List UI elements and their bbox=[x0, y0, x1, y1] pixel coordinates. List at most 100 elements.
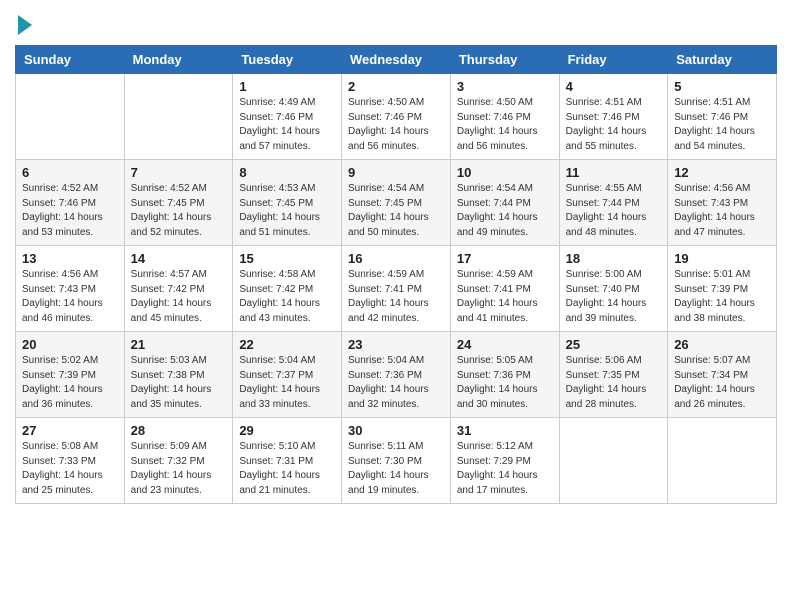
day-info: Sunrise: 5:08 AM Sunset: 7:33 PM Dayligh… bbox=[22, 440, 118, 498]
calendar-cell bbox=[559, 418, 668, 504]
day-number: 7 bbox=[131, 165, 227, 180]
day-info: Sunrise: 4:57 AM Sunset: 7:42 PM Dayligh… bbox=[131, 268, 227, 326]
day-number: 6 bbox=[22, 165, 118, 180]
day-info: Sunrise: 5:07 AM Sunset: 7:34 PM Dayligh… bbox=[674, 354, 770, 412]
day-info: Sunrise: 5:04 AM Sunset: 7:37 PM Dayligh… bbox=[239, 354, 335, 412]
calendar-cell: 6 Sunrise: 4:52 AM Sunset: 7:46 PM Daylig… bbox=[16, 160, 125, 246]
calendar-cell: 23 Sunrise: 5:04 AM Sunset: 7:36 PM Dayli… bbox=[342, 332, 451, 418]
day-number: 5 bbox=[674, 79, 770, 94]
calendar-cell: 17 Sunrise: 4:59 AM Sunset: 7:41 PM Dayli… bbox=[450, 246, 559, 332]
calendar-cell: 16 Sunrise: 4:59 AM Sunset: 7:41 PM Dayli… bbox=[342, 246, 451, 332]
day-info: Sunrise: 4:56 AM Sunset: 7:43 PM Dayligh… bbox=[674, 182, 770, 240]
day-number: 26 bbox=[674, 337, 770, 352]
calendar-cell: 30 Sunrise: 5:11 AM Sunset: 7:30 PM Dayli… bbox=[342, 418, 451, 504]
day-info: Sunrise: 4:49 AM Sunset: 7:46 PM Dayligh… bbox=[239, 96, 335, 154]
calendar-header-row: SundayMondayTuesdayWednesdayThursdayFrid… bbox=[16, 46, 777, 74]
calendar-cell bbox=[668, 418, 777, 504]
calendar-cell: 27 Sunrise: 5:08 AM Sunset: 7:33 PM Dayli… bbox=[16, 418, 125, 504]
calendar-week-5: 27 Sunrise: 5:08 AM Sunset: 7:33 PM Dayli… bbox=[16, 418, 777, 504]
day-info: Sunrise: 4:50 AM Sunset: 7:46 PM Dayligh… bbox=[348, 96, 444, 154]
day-number: 27 bbox=[22, 423, 118, 438]
day-info: Sunrise: 5:06 AM Sunset: 7:35 PM Dayligh… bbox=[566, 354, 662, 412]
day-number: 21 bbox=[131, 337, 227, 352]
calendar-header-saturday: Saturday bbox=[668, 46, 777, 74]
calendar-cell: 28Sunrise: 5:09 AM Sunset: 7:32 PM Dayli… bbox=[124, 418, 233, 504]
day-number: 20 bbox=[22, 337, 118, 352]
calendar-cell: 4 Sunrise: 4:51 AM Sunset: 7:46 PM Daylig… bbox=[559, 74, 668, 160]
day-info: Sunrise: 4:52 AM Sunset: 7:46 PM Dayligh… bbox=[22, 182, 118, 240]
calendar-cell: 12 Sunrise: 4:56 AM Sunset: 7:43 PM Dayli… bbox=[668, 160, 777, 246]
logo bbox=[15, 15, 32, 35]
day-info: Sunrise: 5:04 AM Sunset: 7:36 PM Dayligh… bbox=[348, 354, 444, 412]
calendar-cell: 14 Sunrise: 4:57 AM Sunset: 7:42 PM Dayli… bbox=[124, 246, 233, 332]
calendar-table: SundayMondayTuesdayWednesdayThursdayFrid… bbox=[15, 45, 777, 504]
day-info: Sunrise: 5:01 AM Sunset: 7:39 PM Dayligh… bbox=[674, 268, 770, 326]
day-number: 18 bbox=[566, 251, 662, 266]
calendar-cell: 15 Sunrise: 4:58 AM Sunset: 7:42 PM Dayli… bbox=[233, 246, 342, 332]
day-info: Sunrise: 4:58 AM Sunset: 7:42 PM Dayligh… bbox=[239, 268, 335, 326]
day-info: Sunrise: 5:05 AM Sunset: 7:36 PM Dayligh… bbox=[457, 354, 553, 412]
day-number: 15 bbox=[239, 251, 335, 266]
day-number: 14 bbox=[131, 251, 227, 266]
day-number: 3 bbox=[457, 79, 553, 94]
day-info: Sunrise: 4:59 AM Sunset: 7:41 PM Dayligh… bbox=[348, 268, 444, 326]
day-number: 28 bbox=[131, 423, 227, 438]
calendar-header-friday: Friday bbox=[559, 46, 668, 74]
calendar-week-1: 1 Sunrise: 4:49 AM Sunset: 7:46 PM Daylig… bbox=[16, 74, 777, 160]
day-number: 19 bbox=[674, 251, 770, 266]
calendar-week-4: 20 Sunrise: 5:02 AM Sunset: 7:39 PM Dayli… bbox=[16, 332, 777, 418]
day-info: Sunrise: 4:56 AM Sunset: 7:43 PM Dayligh… bbox=[22, 268, 118, 326]
day-info: Sunrise: 5:12 AM Sunset: 7:29 PM Dayligh… bbox=[457, 440, 553, 498]
day-number: 11 bbox=[566, 165, 662, 180]
calendar-cell: 10 Sunrise: 4:54 AM Sunset: 7:44 PM Dayli… bbox=[450, 160, 559, 246]
day-number: 1 bbox=[239, 79, 335, 94]
day-number: 4 bbox=[566, 79, 662, 94]
calendar-cell: 8Sunrise: 4:53 AM Sunset: 7:45 PM Daylig… bbox=[233, 160, 342, 246]
day-number: 17 bbox=[457, 251, 553, 266]
calendar-cell: 21Sunrise: 5:03 AM Sunset: 7:38 PM Dayli… bbox=[124, 332, 233, 418]
calendar-cell: 7 Sunrise: 4:52 AM Sunset: 7:45 PM Daylig… bbox=[124, 160, 233, 246]
day-number: 9 bbox=[348, 165, 444, 180]
calendar-header-tuesday: Tuesday bbox=[233, 46, 342, 74]
calendar-cell bbox=[16, 74, 125, 160]
day-number: 30 bbox=[348, 423, 444, 438]
day-info: Sunrise: 5:02 AM Sunset: 7:39 PM Dayligh… bbox=[22, 354, 118, 412]
calendar-cell: 29 Sunrise: 5:10 AM Sunset: 7:31 PM Dayli… bbox=[233, 418, 342, 504]
day-number: 29 bbox=[239, 423, 335, 438]
calendar-cell: 2 Sunrise: 4:50 AM Sunset: 7:46 PM Daylig… bbox=[342, 74, 451, 160]
day-info: Sunrise: 4:59 AM Sunset: 7:41 PM Dayligh… bbox=[457, 268, 553, 326]
calendar-cell: 22 Sunrise: 5:04 AM Sunset: 7:37 PM Dayli… bbox=[233, 332, 342, 418]
day-info: Sunrise: 4:52 AM Sunset: 7:45 PM Dayligh… bbox=[131, 182, 227, 240]
day-info: Sunrise: 4:50 AM Sunset: 7:46 PM Dayligh… bbox=[457, 96, 553, 154]
calendar-cell: 13Sunrise: 4:56 AM Sunset: 7:43 PM Dayli… bbox=[16, 246, 125, 332]
day-info: Sunrise: 4:54 AM Sunset: 7:44 PM Dayligh… bbox=[457, 182, 553, 240]
day-number: 24 bbox=[457, 337, 553, 352]
day-number: 12 bbox=[674, 165, 770, 180]
calendar-cell: 1 Sunrise: 4:49 AM Sunset: 7:46 PM Daylig… bbox=[233, 74, 342, 160]
calendar-cell: 5 Sunrise: 4:51 AM Sunset: 7:46 PM Daylig… bbox=[668, 74, 777, 160]
day-number: 2 bbox=[348, 79, 444, 94]
page-header bbox=[15, 15, 777, 35]
calendar-header-thursday: Thursday bbox=[450, 46, 559, 74]
calendar-cell: 31Sunrise: 5:12 AM Sunset: 7:29 PM Dayli… bbox=[450, 418, 559, 504]
day-number: 22 bbox=[239, 337, 335, 352]
day-info: Sunrise: 4:54 AM Sunset: 7:45 PM Dayligh… bbox=[348, 182, 444, 240]
day-info: Sunrise: 4:55 AM Sunset: 7:44 PM Dayligh… bbox=[566, 182, 662, 240]
calendar-header-monday: Monday bbox=[124, 46, 233, 74]
calendar-week-3: 13Sunrise: 4:56 AM Sunset: 7:43 PM Dayli… bbox=[16, 246, 777, 332]
calendar-cell bbox=[124, 74, 233, 160]
calendar-cell: 18Sunrise: 5:00 AM Sunset: 7:40 PM Dayli… bbox=[559, 246, 668, 332]
calendar-header-sunday: Sunday bbox=[16, 46, 125, 74]
calendar-cell: 3 Sunrise: 4:50 AM Sunset: 7:46 PM Daylig… bbox=[450, 74, 559, 160]
day-number: 16 bbox=[348, 251, 444, 266]
day-info: Sunrise: 4:51 AM Sunset: 7:46 PM Dayligh… bbox=[674, 96, 770, 154]
calendar-cell: 24 Sunrise: 5:05 AM Sunset: 7:36 PM Dayli… bbox=[450, 332, 559, 418]
calendar-header-wednesday: Wednesday bbox=[342, 46, 451, 74]
day-number: 10 bbox=[457, 165, 553, 180]
day-info: Sunrise: 5:10 AM Sunset: 7:31 PM Dayligh… bbox=[239, 440, 335, 498]
day-info: Sunrise: 4:53 AM Sunset: 7:45 PM Dayligh… bbox=[239, 182, 335, 240]
day-info: Sunrise: 5:11 AM Sunset: 7:30 PM Dayligh… bbox=[348, 440, 444, 498]
logo-triangle-icon bbox=[18, 15, 32, 35]
day-info: Sunrise: 4:51 AM Sunset: 7:46 PM Dayligh… bbox=[566, 96, 662, 154]
day-number: 23 bbox=[348, 337, 444, 352]
